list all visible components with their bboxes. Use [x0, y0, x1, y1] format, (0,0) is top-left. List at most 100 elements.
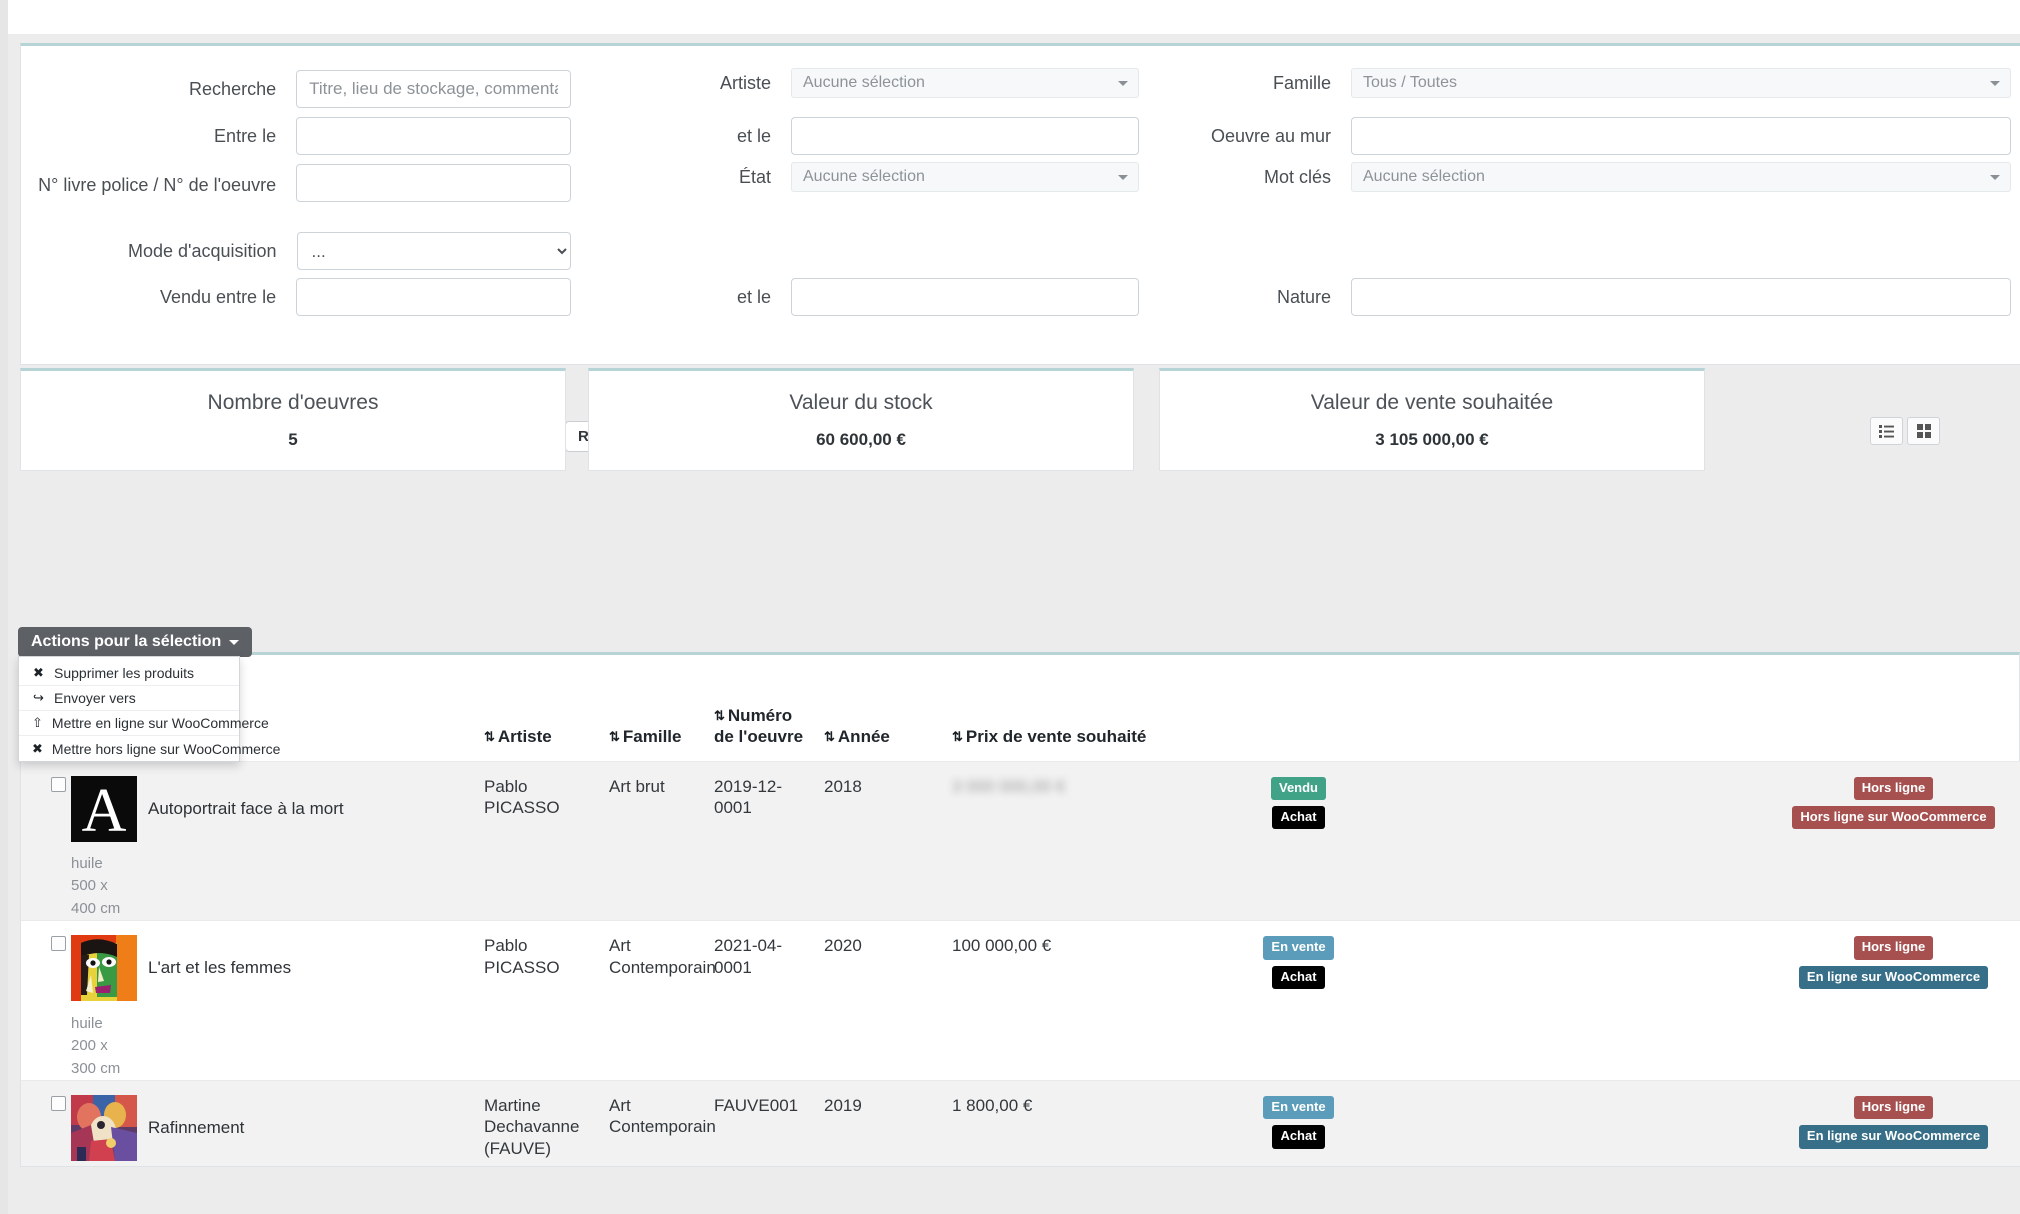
cell-title[interactable]: Rafinnement — [138, 1081, 478, 1167]
th-numero[interactable]: ⇅ Numéro de l'oeuvre — [708, 655, 818, 761]
cell-annee: 2020 — [824, 936, 862, 956]
famille-select[interactable]: Tous / Toutes — [1351, 68, 2011, 98]
table-head: ⇅ Artiste ⇅ Famille ⇅ Numéro de l'oeuvre ⇅ A… — [21, 655, 2020, 761]
artiste-select-value: Aucune sélection — [803, 74, 925, 91]
cell-status-badges: Vendu Achat — [1191, 761, 1406, 921]
sort-icon: ⇅ — [952, 728, 963, 744]
chevron-down-icon — [1990, 175, 2000, 180]
sort-icon: ⇅ — [714, 708, 725, 724]
sort-icon: ⇅ — [609, 728, 620, 744]
upload-icon: ⇧ — [32, 715, 43, 730]
cell-artiste: Pablo PICASSO — [484, 936, 560, 977]
oeuvre-au-mur-label: Oeuvre au mur — [1210, 125, 1331, 146]
et-le-label-2: et le — [736, 286, 771, 307]
list-view-icon — [1879, 424, 1894, 438]
actions-dropdown-item-label: Envoyer vers — [54, 690, 136, 706]
view-mode-toggle — [1870, 417, 1940, 445]
stat-title: Valeur de vente souhaitée — [1310, 391, 1554, 414]
famille-select-value: Tous / Toutes — [1363, 74, 1457, 91]
nature-input[interactable] — [1351, 278, 2011, 316]
artwork-thumbnail-letter-a: A — [71, 775, 137, 845]
artwork-title: L'art et les femmes — [148, 958, 292, 978]
chevron-down-icon — [1118, 175, 1128, 180]
entre-le-input[interactable] — [296, 117, 571, 155]
artwork-technique: huile — [71, 854, 103, 872]
cell-title[interactable]: Autoportrait face à la mort — [138, 761, 478, 921]
list-view-button[interactable] — [1870, 417, 1903, 445]
th-prix-label: Prix de vente souhaité — [965, 726, 1147, 746]
vendu-entre-le-input[interactable] — [296, 278, 571, 316]
et-le-input-2[interactable] — [791, 278, 1139, 316]
cell-prix-wrap: 1 800,00 € — [946, 1081, 1191, 1167]
recherche-label: Recherche — [189, 78, 277, 99]
cell-prix: 1 800,00 € — [952, 1096, 1033, 1115]
table-row[interactable]: huile 200 x 300 cm L'art et les femmes Pabl… — [21, 920, 2020, 1081]
status-badge: Achat — [1272, 805, 1325, 829]
status-badge: Achat — [1272, 965, 1325, 989]
cell-spacer — [1406, 1081, 1746, 1167]
cell-numero: 2021-04-0001 — [714, 936, 783, 977]
th-extra — [1746, 655, 2020, 761]
actions-dropdown-item[interactable]: ✖ Mettre hors ligne sur WooCommerce — [19, 736, 280, 761]
th-annee[interactable]: ⇅ Année — [818, 655, 946, 761]
actions-dropdown-item[interactable]: ⇧ Mettre en ligne sur WooCommerce — [19, 711, 269, 736]
cell-spacer — [1406, 761, 1746, 921]
actions-dropdown-item[interactable]: ✖ Supprimer les produits — [19, 661, 239, 686]
sort-icon: ⇅ — [824, 728, 835, 744]
cell-famille: Art brut — [609, 776, 665, 796]
table-header-row: ⇅ Artiste ⇅ Famille ⇅ Numéro de l'oeuvre ⇅ A… — [21, 655, 2020, 761]
page-root: Recherche Entre le N° livre police / N° … — [0, 0, 2020, 1214]
cell-artiste: Martine Dechavanne (FAUVE) — [484, 1096, 580, 1158]
row-checkbox[interactable] — [51, 776, 66, 792]
artwork-technique: huile — [71, 1014, 103, 1032]
cell-prix: 100 000,00 € — [952, 936, 1052, 956]
cell-online-badges: Hors ligne En ligne sur WooCommerce — [1746, 921, 2020, 1081]
th-prix[interactable]: ⇅ Prix de vente souhaité — [946, 655, 1191, 761]
left-gutter — [0, 0, 8, 1214]
et-le-label-1: et le — [736, 125, 771, 146]
table-row[interactable]: Rafinnement Martine Dechavanne (FAUVE) Art… — [21, 1080, 2020, 1167]
numero-livre-police-input[interactable] — [296, 164, 571, 202]
etat-select-value: Aucune sélection — [803, 168, 925, 185]
table-row[interactable]: Ahuile 500 x 400 cm Autoportrait face à la… — [21, 761, 2020, 921]
actions-selection-button[interactable]: Actions pour la sélection — [18, 627, 253, 657]
status-badge: Achat — [1272, 1125, 1325, 1149]
online-status-badge: Hors ligne — [1853, 776, 1934, 800]
artwork-dimensions: 200 x 300 cm — [71, 1037, 121, 1077]
cell-checkbox — [21, 921, 66, 1081]
cell-checkbox — [21, 1081, 66, 1167]
artwork-dimensions: 500 x 400 cm — [71, 877, 121, 917]
products-table: ⇅ Artiste ⇅ Famille ⇅ Numéro de l'oeuvre ⇅ A… — [21, 655, 2020, 1167]
svg-text:A: A — [82, 777, 127, 842]
entre-le-label: Entre le — [214, 125, 277, 146]
cell-checkbox — [21, 761, 66, 921]
status-badge: En vente — [1263, 1096, 1334, 1120]
mot-cles-select[interactable]: Aucune sélection — [1351, 162, 2011, 192]
cell-thumbnail[interactable] — [53, 1081, 138, 1167]
row-checkbox[interactable] — [51, 936, 66, 952]
cell-status-badges: En vente Achat — [1191, 921, 1406, 1081]
chevron-down-icon — [229, 639, 240, 645]
stat-title: Valeur du stock — [789, 391, 933, 414]
etat-select[interactable]: Aucune sélection — [791, 162, 1139, 192]
et-le-input-1[interactable] — [791, 117, 1139, 155]
cell-title[interactable]: L'art et les femmes — [138, 921, 478, 1081]
th-status — [1191, 655, 1406, 761]
artwork-meta: huile 200 x 300 cm — [71, 1013, 132, 1081]
oeuvre-au-mur-input[interactable] — [1351, 117, 2011, 155]
th-artiste[interactable]: ⇅ Artiste — [478, 655, 603, 761]
table-body: Ahuile 500 x 400 cm Autoportrait face à la… — [21, 761, 2020, 1167]
etat-label: État — [738, 166, 771, 187]
mode-acquisition-select[interactable]: ... — [296, 232, 571, 270]
actions-dropdown-item-label: Mettre en ligne sur WooCommerce — [51, 715, 269, 731]
row-checkbox[interactable] — [51, 1096, 66, 1111]
cell-artiste: Pablo PICASSO — [484, 776, 560, 817]
search-input[interactable] — [296, 70, 571, 108]
grid-view-button[interactable] — [1907, 417, 1940, 445]
th-famille[interactable]: ⇅ Famille — [603, 655, 708, 761]
cell-prix-wrap: 100 000,00 € — [946, 921, 1191, 1081]
artwork-title: Rafinnement — [148, 1118, 245, 1137]
cell-online-badges: Hors ligne Hors ligne sur WooCommerce — [1746, 761, 2020, 921]
artiste-select[interactable]: Aucune sélection — [791, 68, 1139, 98]
actions-dropdown-item[interactable]: ↪ Envoyer vers — [19, 686, 239, 711]
